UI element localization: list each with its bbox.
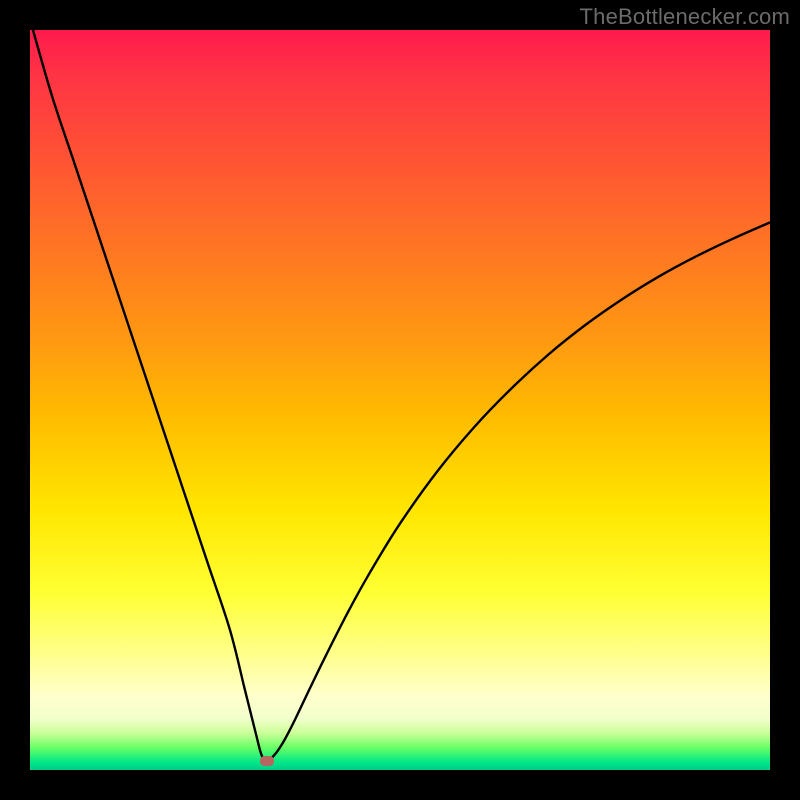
bottleneck-curve <box>30 30 770 770</box>
plot-area <box>30 30 770 770</box>
curve-path <box>33 30 770 761</box>
chart-frame: TheBottlenecker.com <box>0 0 800 800</box>
watermark-text: TheBottlenecker.com <box>580 4 790 30</box>
optimal-marker <box>260 756 274 766</box>
